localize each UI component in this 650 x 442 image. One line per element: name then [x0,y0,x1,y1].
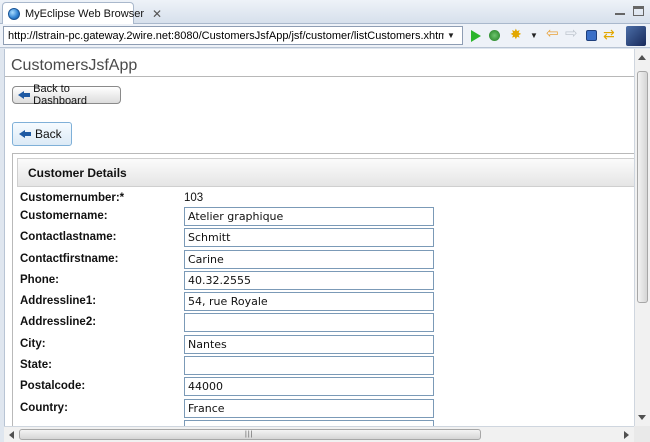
field-label: Contactfirstname: [20,253,119,265]
arrow-left-icon [19,129,31,139]
vertical-scrollbar[interactable] [634,49,650,426]
debug-icon[interactable] [489,30,500,41]
addressline1-input[interactable] [184,291,434,311]
customername-input[interactable] [184,206,434,226]
scroll-down-icon[interactable] [638,415,646,420]
arrow-left-icon [18,90,31,100]
contactlastname-input[interactable] [184,227,434,247]
scroll-right-icon[interactable] [624,431,629,439]
star-icon[interactable]: ✸ [510,27,524,41]
field-label: Postalcode: [20,380,86,392]
back-to-dashboard-button[interactable]: Back to Dashboard [12,83,121,107]
contactfirstname-input[interactable] [184,249,434,269]
back-label: Back [35,127,62,141]
panel-title: Customer Details [28,165,127,180]
address-bar[interactable]: ▼ [3,26,463,45]
field-label: Country: [20,402,68,414]
country-input[interactable] [184,398,434,418]
field-label: Contactlastname: [20,231,117,243]
field-label: Addressline1: [20,295,97,307]
go-icon[interactable] [471,30,481,42]
customernumber-value: 103 [184,192,204,204]
field-label: Addressline2: [20,316,97,328]
back-to-dashboard-label: Back to Dashboard [33,83,87,107]
scroll-grip-icon: ||| [245,431,254,438]
page-title: CustomersJsfApp [11,57,138,74]
postalcode-input[interactable] [184,376,434,396]
favorites-dropdown-icon[interactable]: ▼ [530,31,544,45]
forward-arrow-icon[interactable]: ⇨ [565,26,579,42]
browser-tab-strip: MyEclipse Web Browser ✕ [0,0,650,24]
url-dropdown-icon[interactable]: ▼ [444,31,458,40]
url-input[interactable] [4,29,444,42]
refresh-icon[interactable]: ⇄ [603,27,617,42]
city-input[interactable] [184,334,434,354]
field-label: State: [20,359,52,371]
state-input[interactable] [184,355,434,375]
tab-title: MyEclipse Web Browser [25,7,144,20]
back-button[interactable]: Back [12,122,72,146]
scrollbar-corner [634,426,650,442]
page-viewport: CustomersJsfApp Back to Dashboard Back C… [4,49,634,426]
field-label: Customername: [20,210,108,222]
horizontal-scroll-thumb[interactable]: ||| [19,429,481,440]
window-controls [615,4,644,16]
scroll-up-icon[interactable] [638,55,646,60]
field-label: Phone: [20,274,59,286]
title-divider [5,76,634,77]
browser-toolbar: ▼ ✸ ▼ ⇦ ⇨ ⇄ [0,24,650,48]
vertical-scroll-thumb[interactable] [637,71,648,303]
horizontal-scrollbar[interactable]: ||| [4,426,634,442]
addressline2-input[interactable] [184,312,434,332]
field-label: City: [20,338,46,350]
back-arrow-icon[interactable]: ⇦ [546,26,560,42]
close-tab-icon[interactable]: ✕ [152,7,162,21]
scroll-left-icon[interactable] [9,431,14,439]
field-label: Customernumber:* [20,192,125,204]
minimize-icon[interactable] [615,7,625,15]
maximize-icon[interactable] [633,6,644,16]
browser-tab[interactable]: MyEclipse Web Browser ✕ [2,2,162,24]
globe-icon [8,7,20,20]
stop-icon[interactable] [586,30,597,41]
eclipse-logo-icon[interactable] [626,26,646,46]
phone-input[interactable] [184,270,434,290]
panel-header: Customer Details [17,158,634,187]
